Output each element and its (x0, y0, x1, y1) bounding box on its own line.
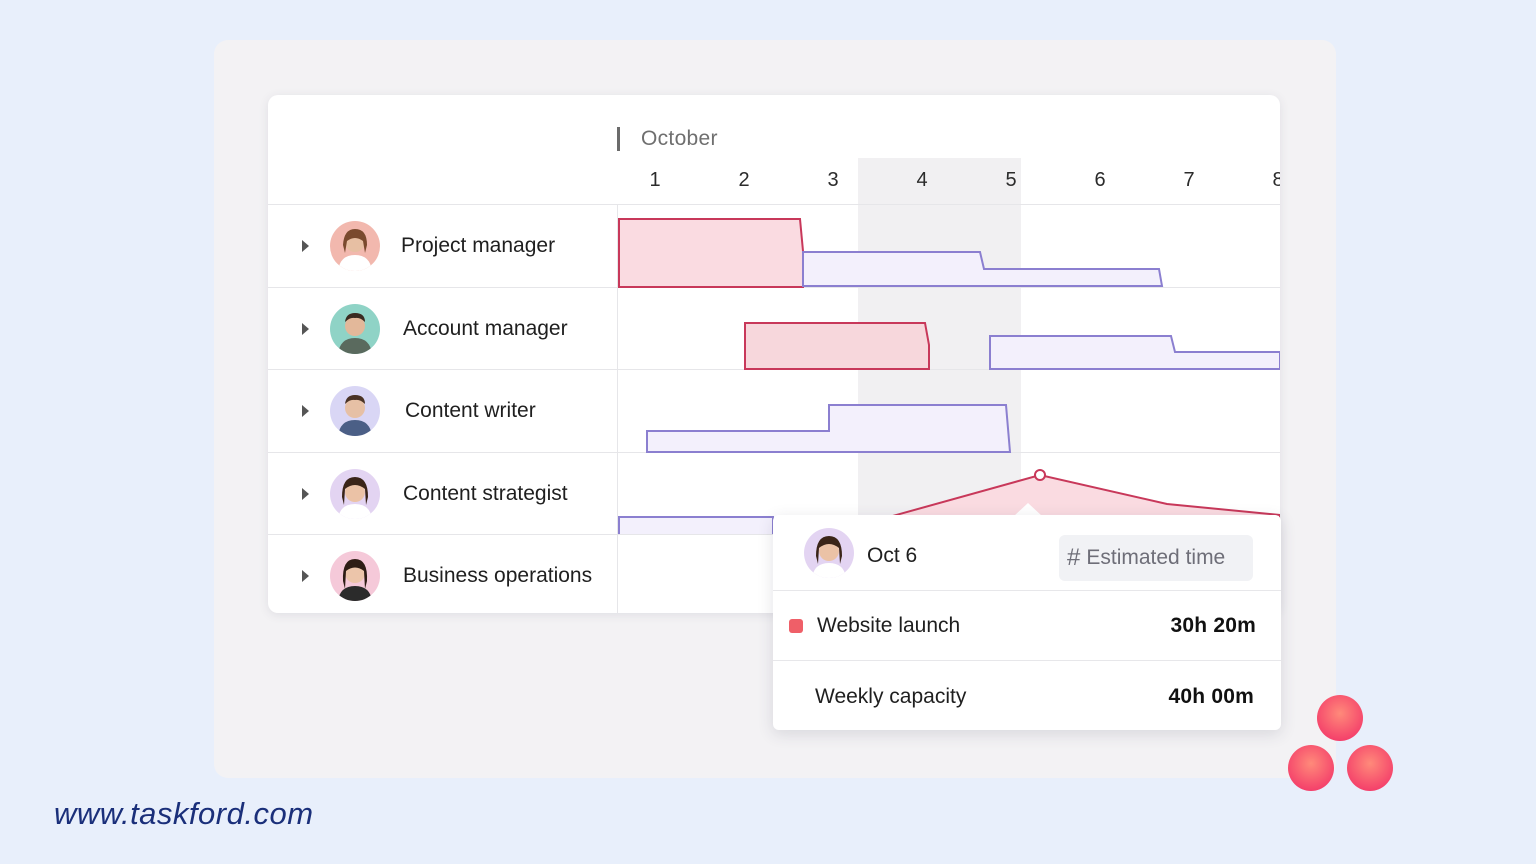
chip-label: Estimated time (1086, 546, 1226, 569)
workload-bar-under-account-manager (989, 335, 1280, 370)
person-avatar-icon (338, 395, 372, 436)
avatar (804, 528, 854, 578)
workload-bar-over-account-manager (744, 322, 930, 370)
expand-caret-icon[interactable] (302, 240, 309, 252)
avatar (330, 469, 380, 519)
role-label: Content writer (405, 399, 536, 422)
project-color-dot (789, 619, 803, 633)
workload-bar-over-project-manager (618, 218, 804, 288)
workload-bar-under-project-manager (802, 251, 1164, 287)
project-name: Website launch (817, 614, 961, 637)
person-avatar-icon (812, 536, 846, 578)
person-avatar-icon (338, 559, 372, 601)
person-avatar-icon (338, 477, 372, 519)
workload-popover: Oct 6 # Estimated time Website launch 30… (773, 515, 1281, 730)
row-account-manager[interactable]: Account manager (268, 288, 617, 370)
avatar (330, 221, 380, 271)
role-label: Account manager (403, 317, 568, 340)
capacity-label: Weekly capacity (815, 685, 967, 708)
expand-caret-icon[interactable] (302, 405, 309, 417)
avatar (330, 304, 380, 354)
row-project-manager[interactable]: Project manager (268, 205, 617, 287)
role-label: Business operations (403, 564, 593, 587)
row-content-strategist[interactable]: Content strategist (268, 453, 617, 535)
brand-logo-icon (1288, 695, 1393, 791)
website-url: www.taskford.com (54, 796, 314, 831)
workload-peak-marker (1034, 469, 1046, 481)
expand-caret-icon[interactable] (302, 323, 309, 335)
expand-caret-icon[interactable] (302, 488, 309, 500)
popover-date: Oct 6 (867, 544, 918, 567)
hash-icon: # (1067, 544, 1081, 571)
estimated-time-chip[interactable]: # Estimated time (1059, 535, 1253, 581)
person-avatar-icon (338, 229, 372, 271)
capacity-hours: 40h 00m (1168, 685, 1254, 708)
popover-divider (773, 590, 1281, 591)
role-label: Project manager (401, 234, 556, 257)
row-business-operations[interactable]: Business operations (268, 535, 617, 613)
expand-caret-icon[interactable] (302, 570, 309, 582)
person-avatar-icon (338, 313, 372, 354)
workload-bar-under-content-strategist (618, 516, 774, 534)
avatar (330, 386, 380, 436)
project-hours: 30h 20m (1170, 614, 1256, 637)
row-content-writer[interactable]: Content writer (268, 370, 617, 452)
popover-divider (773, 660, 1281, 661)
role-label: Content strategist (403, 482, 568, 505)
avatar (330, 551, 380, 601)
workload-bar-under-content-writer (646, 404, 1012, 453)
